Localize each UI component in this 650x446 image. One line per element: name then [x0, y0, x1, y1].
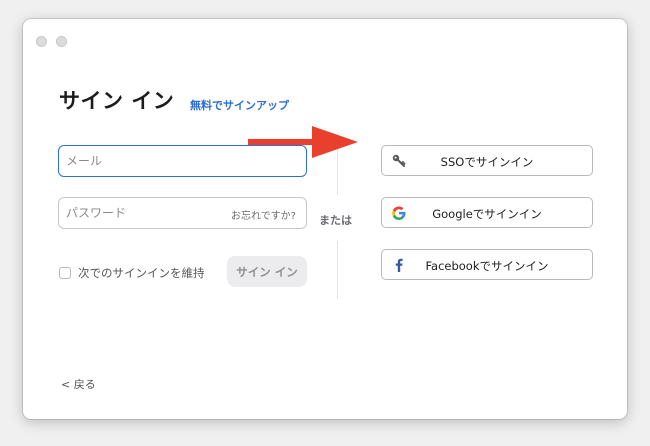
google-signin-button[interactable]: Googleでサインイン	[381, 197, 593, 228]
or-label: または	[319, 214, 352, 227]
sso-signin-button[interactable]: SSOでサインイン	[381, 145, 593, 176]
signin-window: サイン イン 無料でサインアップ お忘れですか? 次でのサインインを維持 サイン…	[23, 19, 627, 419]
back-link[interactable]: < 戻る	[61, 376, 96, 392]
facebook-signin-label: Facebookでサインイン	[425, 259, 549, 273]
email-input[interactable]	[66, 146, 266, 176]
annotation-arrow	[248, 126, 358, 158]
page-title: サイン イン	[59, 89, 175, 113]
signup-link[interactable]: 無料でサインアップ	[190, 97, 289, 113]
password-field[interactable]: お忘れですか?	[58, 197, 307, 229]
divider-bottom	[337, 241, 338, 299]
sso-signin-label: SSOでサインイン	[440, 155, 534, 169]
google-signin-label: Googleでサインイン	[432, 207, 542, 221]
minimize-window-button[interactable]	[56, 36, 67, 47]
close-window-button[interactable]	[36, 36, 47, 47]
chevron-left-icon: <	[61, 378, 71, 391]
facebook-signin-button[interactable]: Facebookでサインイン	[381, 249, 593, 280]
keep-signed-in-checkbox[interactable]	[59, 267, 71, 279]
back-label: 戻る	[73, 378, 96, 391]
forgot-password-link[interactable]: お忘れですか?	[231, 207, 296, 222]
keep-signed-in-label: 次でのサインインを維持	[78, 266, 205, 280]
signin-button[interactable]: サイン イン	[227, 256, 307, 287]
keep-signed-in[interactable]: 次でのサインインを維持	[59, 265, 205, 281]
